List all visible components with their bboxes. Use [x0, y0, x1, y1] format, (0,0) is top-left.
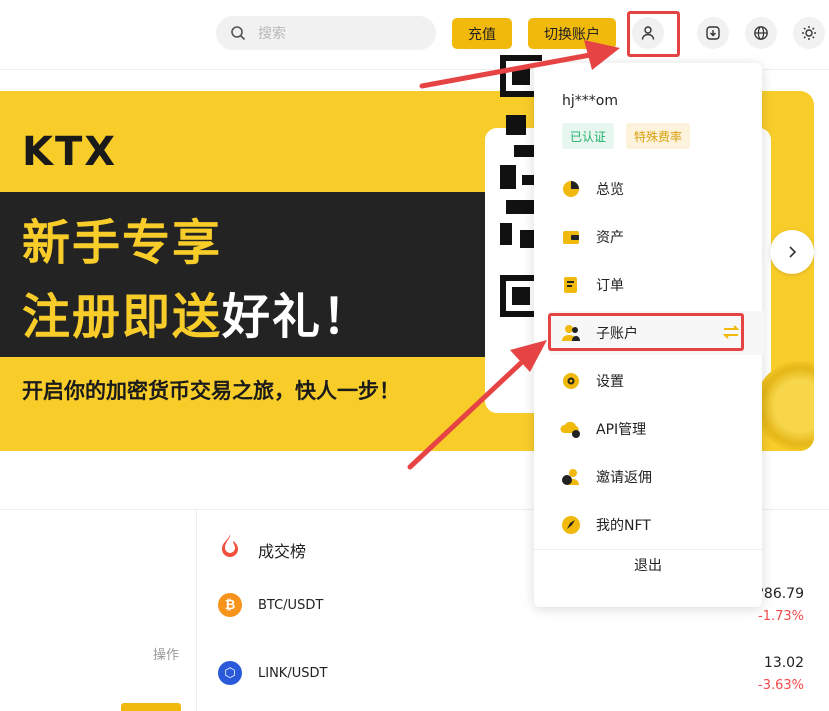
globe-icon	[754, 26, 768, 40]
top-header: 搜索 充值 切换账户	[0, 0, 829, 70]
menu-item-label: 我的NFT	[596, 518, 651, 534]
pair-change: -1.73%	[758, 609, 804, 624]
pair-price: ?86.79	[756, 586, 804, 602]
banner-headline-2: 注册即送好礼！	[22, 277, 372, 347]
menu-item-assets[interactable]: 资产	[550, 215, 764, 259]
menu-item-overview[interactable]: 总览	[550, 167, 764, 211]
settings-icon	[560, 370, 582, 392]
banner-next-button[interactable]	[770, 230, 814, 274]
api-icon	[560, 418, 582, 440]
download-button[interactable]	[697, 17, 729, 49]
menu-item-referral[interactable]: 邀请返佣	[550, 455, 764, 499]
menu-item-label: 设置	[596, 374, 624, 390]
menu-item-label: 资产	[596, 230, 624, 246]
annotation-box-sub-account	[548, 313, 744, 351]
trade-button[interactable]	[121, 703, 181, 711]
download-icon	[706, 26, 720, 40]
overview-icon	[560, 178, 582, 200]
fire-icon	[222, 534, 238, 557]
ktx-logo: KTX	[22, 129, 118, 175]
link-coin-icon: ⬡	[218, 661, 242, 685]
order-icon	[560, 274, 582, 296]
wallet-icon	[560, 226, 582, 248]
operation-column-header: 操作	[153, 648, 180, 663]
banner-subtitle: 开启你的加密货币交易之旅，快人一步！	[22, 379, 400, 403]
pair-price: 13.02	[763, 655, 804, 671]
nft-icon	[560, 514, 582, 536]
banner-headline-2a: 注册即送	[22, 289, 223, 345]
special-fee-badge: 特殊费率	[626, 123, 691, 149]
menu-item-label: 总览	[596, 182, 624, 198]
verified-badge: 已认证	[562, 123, 615, 149]
menu-divider	[534, 549, 762, 550]
market-row-btc[interactable]: ₿ BTC/USDT	[218, 593, 323, 617]
menu-item-settings[interactable]: 设置	[550, 359, 764, 403]
menu-item-api[interactable]: API管理	[550, 407, 764, 451]
market-row-link[interactable]: ⬡ LINK/USDT	[218, 661, 327, 685]
banner-headline-2b: 好礼！	[222, 289, 373, 345]
annotation-box-user	[627, 11, 680, 57]
search-placeholder: 搜索	[258, 26, 286, 42]
pair-name: BTC/USDT	[258, 597, 324, 613]
volume-ranking-title: 成交榜	[258, 542, 307, 561]
referral-icon	[560, 466, 582, 488]
menu-item-label: API管理	[596, 422, 647, 438]
language-button[interactable]	[745, 17, 777, 49]
username: hj***om	[562, 93, 618, 109]
menu-item-nft[interactable]: 我的NFT	[550, 503, 764, 547]
sun-icon	[802, 26, 816, 40]
market-left-panel	[0, 509, 197, 711]
switch-account-button[interactable]: 切换账户	[528, 18, 616, 49]
search-input[interactable]: 搜索	[216, 16, 436, 50]
logout-button[interactable]: 退出	[534, 555, 762, 575]
recharge-button[interactable]: 充值	[452, 18, 512, 49]
pair-change: -3.63%	[758, 678, 804, 693]
search-icon	[231, 26, 246, 41]
menu-item-label: 邀请返佣	[596, 470, 652, 486]
banner-headline-1: 新手专享	[22, 215, 223, 271]
chevron-right-icon	[789, 246, 797, 258]
pair-name: LINK/USDT	[258, 665, 328, 681]
btc-coin-icon: ₿	[218, 593, 242, 617]
menu-item-label: 订单	[596, 278, 624, 294]
theme-toggle-button[interactable]	[793, 17, 825, 49]
menu-item-orders[interactable]: 订单	[550, 263, 764, 307]
